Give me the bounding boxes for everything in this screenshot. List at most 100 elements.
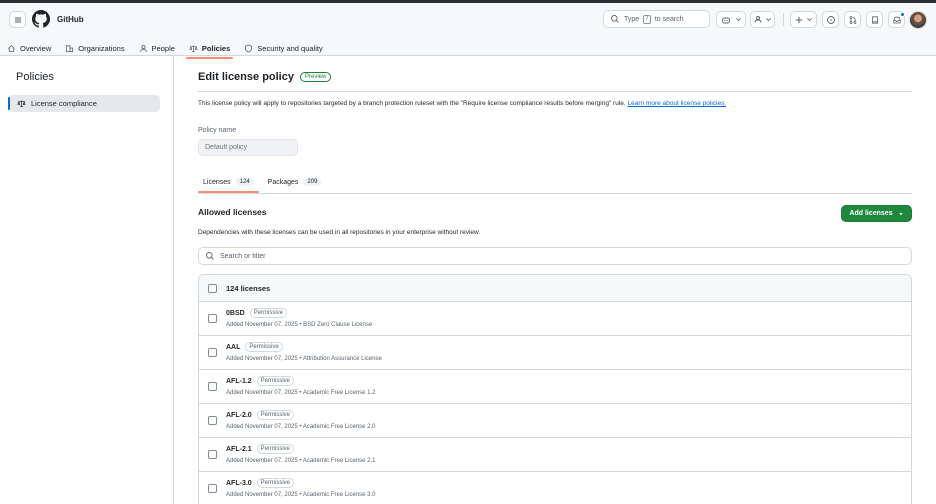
license-id[interactable]: AAL	[226, 344, 240, 351]
brand-name[interactable]: GitHub	[57, 15, 84, 24]
search-input[interactable]: Type / to search	[603, 10, 710, 28]
license-meta: Added November 07, 2025 • Attribution As…	[226, 356, 382, 362]
preview-badge: Preview	[299, 72, 332, 82]
list-item[interactable]: AAL Permissive Added November 07, 2025 • A…	[199, 336, 911, 370]
tab-licenses[interactable]: Licenses 124	[198, 171, 259, 193]
sidebar: Policies License compliance	[0, 56, 174, 504]
nav-item-label: Organizations	[78, 43, 125, 53]
tab-count: 209	[303, 178, 322, 186]
shield-icon	[245, 44, 253, 52]
tab-count: 124	[235, 178, 254, 186]
menu-button[interactable]	[9, 11, 26, 28]
organization-icon	[66, 44, 74, 52]
row-checkbox[interactable]	[208, 314, 217, 323]
list-rows: 0BSD Permissive Added November 07, 2025 • …	[199, 302, 911, 504]
page-header: Edit license policy Preview	[198, 71, 332, 83]
list-header: 124 licenses	[199, 275, 911, 302]
person-icon	[139, 44, 147, 52]
repo-icon	[754, 15, 762, 23]
nav-item-label: People	[151, 43, 175, 53]
law-icon	[189, 44, 198, 52]
license-type-badge: Permissive	[249, 308, 288, 318]
row-title-line: 0BSD Permissive	[226, 308, 288, 318]
repositories-button[interactable]	[866, 11, 883, 28]
chevron-down-icon	[766, 18, 771, 22]
license-meta: Added November 07, 2025 • Academic Free …	[226, 424, 376, 430]
github-logo-icon[interactable]	[32, 10, 50, 28]
add-licenses-button[interactable]: Add licenses	[841, 205, 912, 222]
row-checkbox[interactable]	[208, 416, 217, 425]
copilot-icon	[721, 17, 730, 23]
home-icon	[8, 44, 15, 52]
learn-more-link[interactable]: Learn more about license policies.	[628, 100, 727, 107]
tab-packages[interactable]: Packages 209	[263, 171, 327, 193]
hamburger-icon	[14, 17, 21, 22]
pull-requests-button[interactable]	[844, 11, 861, 28]
notification-indicator	[900, 12, 905, 17]
license-meta: Added November 07, 2025 • Academic Free …	[226, 390, 376, 396]
add-licenses-label: Add licenses	[849, 210, 893, 217]
main-content: Edit license policy Preview This license…	[198, 56, 912, 504]
license-list: 124 licenses 0BSD Permissive Added Novembe…	[198, 274, 912, 504]
license-id[interactable]: AFL-1.2	[226, 378, 252, 385]
tab-nav: Licenses 124 Packages 209	[198, 171, 326, 193]
tab-label: Licenses	[203, 178, 231, 186]
law-icon	[17, 100, 26, 108]
list-item[interactable]: AFL-2.0 Permissive Added November 07, 2025…	[199, 404, 911, 438]
issue-opened-icon	[826, 15, 835, 24]
license-type-badge: Permissive	[256, 444, 295, 454]
search-placeholder-prefix: Type	[624, 15, 640, 23]
license-meta: Added November 07, 2025 • Academic Free …	[226, 492, 376, 498]
search-filter[interactable]	[198, 247, 912, 265]
sidebar-item-label: License compliance	[31, 99, 97, 108]
license-type-badge: Permissive	[256, 478, 295, 488]
row-checkbox[interactable]	[208, 382, 217, 391]
row-title-line: AFL-2.1 Permissive	[226, 444, 295, 454]
issues-button[interactable]	[822, 11, 839, 28]
chevron-down-icon	[807, 18, 812, 22]
copilot-button[interactable]	[716, 11, 746, 28]
row-checkbox[interactable]	[208, 484, 217, 493]
create-new-button[interactable]	[790, 11, 817, 28]
global-header: GitHub Type / to search Overview Organiz…	[0, 3, 936, 59]
git-pull-request-icon	[849, 15, 856, 24]
sidebar-title: Policies	[16, 71, 54, 83]
search-shortcut-key: /	[643, 14, 651, 24]
chevron-down-icon	[735, 18, 741, 22]
nav-item-label: Security and quality	[257, 43, 323, 53]
search-icon	[206, 252, 214, 260]
description-text: This license policy will apply to reposi…	[198, 100, 626, 107]
row-checkbox[interactable]	[208, 450, 217, 459]
sidebar-item-license-compliance[interactable]: License compliance	[8, 95, 160, 112]
page-description: This license policy will apply to reposi…	[198, 100, 726, 107]
license-type-badge: Permissive	[256, 376, 295, 386]
row-title-line: AFL-3.0 Permissive	[226, 478, 295, 488]
license-id[interactable]: AFL-2.1	[226, 446, 252, 453]
list-item[interactable]: AFL-2.1 Permissive Added November 07, 2025…	[199, 438, 911, 472]
policy-name-field[interactable]	[198, 139, 298, 156]
search-icon	[611, 15, 619, 23]
select-all-checkbox[interactable]	[208, 283, 217, 293]
license-id[interactable]: AFL-3.0	[226, 480, 252, 487]
avatar[interactable]	[909, 11, 927, 29]
list-item[interactable]: 0BSD Permissive Added November 07, 2025 • …	[199, 302, 911, 336]
divider	[198, 91, 912, 92]
page-title: Edit license policy	[198, 71, 294, 83]
list-item[interactable]: AFL-3.0 Permissive Added November 07, 2025…	[199, 472, 911, 504]
triangle-down-icon	[898, 212, 903, 215]
license-meta: Added November 07, 2025 • Academic Free …	[226, 458, 376, 464]
list-count: 124 licenses	[226, 283, 271, 293]
license-id[interactable]: 0BSD	[226, 310, 245, 317]
section-description: Dependencies with these licenses can be …	[198, 229, 481, 236]
header-divider	[783, 13, 784, 26]
policy-name-label: Policy name	[198, 127, 237, 134]
list-item[interactable]: AFL-1.2 Permissive Added November 07, 2025…	[199, 370, 911, 404]
repo-dropdown-button[interactable]	[750, 11, 775, 28]
filter-input[interactable]	[220, 252, 820, 260]
license-type-badge: Permissive	[245, 342, 283, 352]
tab-label: Packages	[267, 178, 299, 186]
row-title-line: AFL-2.0 Permissive	[226, 410, 295, 420]
row-checkbox[interactable]	[208, 348, 217, 357]
license-id[interactable]: AFL-2.0	[226, 412, 252, 419]
tabs-divider	[198, 193, 912, 194]
